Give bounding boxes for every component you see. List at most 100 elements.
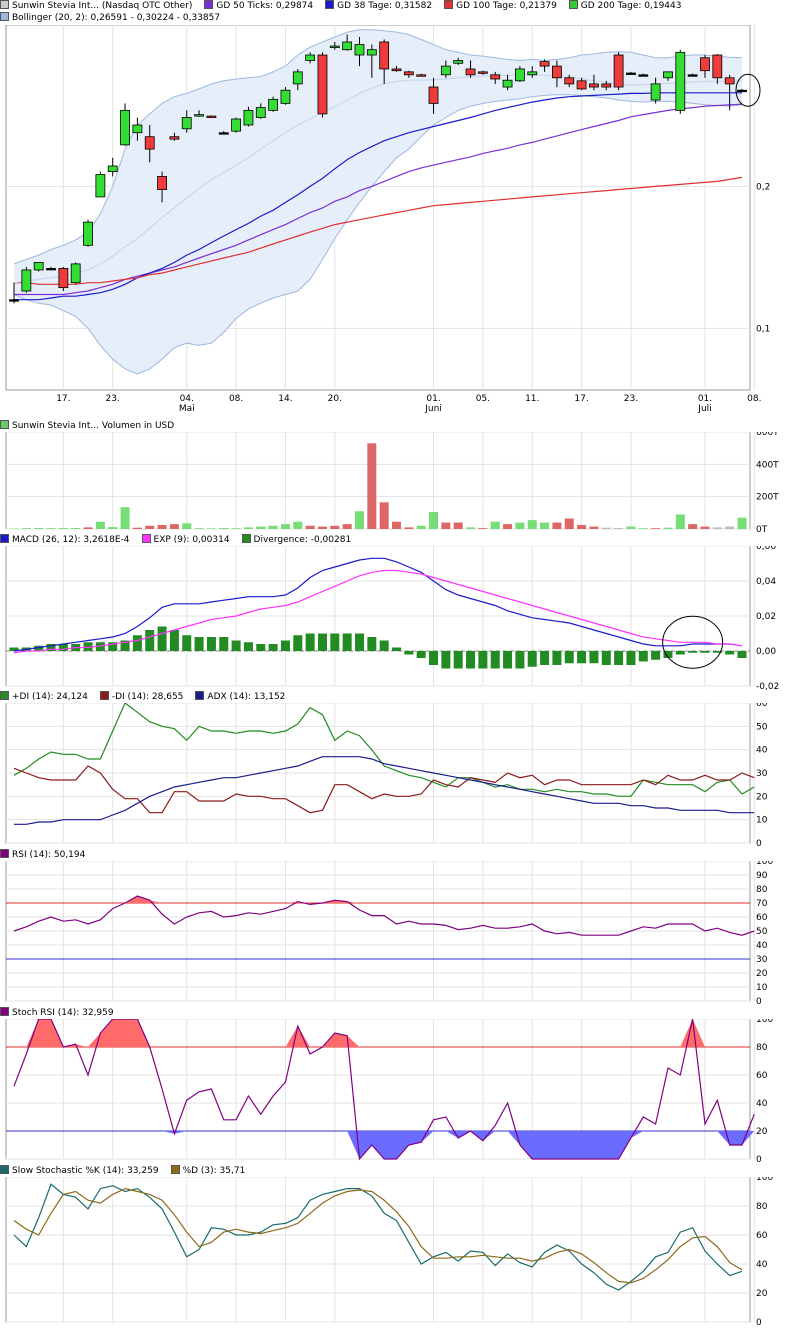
- candle-body: [675, 51, 686, 111]
- volume-bar: [466, 527, 476, 529]
- volume-bar: [71, 528, 81, 529]
- volume-bar: [638, 528, 648, 529]
- divergence-bar: [392, 647, 402, 651]
- candle-body: [416, 74, 427, 77]
- legend-label: +DI (14): 24,124: [12, 692, 88, 702]
- volume-bar: [256, 526, 266, 529]
- volume-bar: [404, 527, 414, 529]
- candle-body: [502, 79, 513, 88]
- legend-swatch: [0, 1165, 9, 1174]
- y-tick-label: 0,06: [756, 546, 776, 552]
- candle-body: [218, 132, 229, 135]
- divergence-bar: [638, 651, 648, 662]
- price-legend: Sunwin Stevia Int... (Nasdaq OTC Other) G…: [0, 0, 693, 12]
- divergence-bar: [219, 637, 229, 651]
- volume-bar: [194, 528, 204, 529]
- candle-body: [564, 77, 575, 85]
- divergence-bar: [268, 644, 278, 651]
- volume-bar: [268, 525, 278, 529]
- candle-body: [601, 83, 612, 88]
- volume-bar: [305, 525, 315, 529]
- candle-body: [366, 49, 377, 56]
- volume-bar: [243, 527, 253, 529]
- dmi-legend: +DI (14): 24,124 -DI (14): 28,655 ADX (14)…: [0, 691, 297, 703]
- divergence-bar: [577, 651, 587, 664]
- candle-body: [354, 44, 365, 56]
- candle-body: [626, 72, 636, 75]
- volume-bar: [675, 514, 685, 529]
- candle-body: [107, 165, 118, 173]
- volume-bar: [83, 527, 93, 529]
- legend-item: MACD (26, 12): 3,2618E-4: [0, 534, 130, 545]
- y-tick-label: 0,2: [756, 182, 770, 192]
- legend-label: %D (3): 35,71: [182, 1166, 246, 1176]
- volume-bar: [614, 528, 624, 529]
- legend-item: GD 100 Tage: 0,21379: [444, 0, 557, 11]
- legend-label: GD 50 Ticks: 0,29874: [216, 1, 314, 11]
- volume-bar: [589, 526, 599, 529]
- volume-bar: [737, 517, 747, 529]
- legend-swatch: [0, 420, 9, 429]
- volume-bar: [564, 518, 574, 529]
- volume-bar: [354, 511, 364, 529]
- legend-item: GD 38 Tage: 0,31582: [325, 0, 432, 11]
- volume-bar: [379, 502, 389, 529]
- legend-label: GD 38 Tage: 0,31582: [337, 1, 433, 11]
- volume-bar: [21, 528, 31, 529]
- y-tick-label: 0: [756, 1155, 762, 1164]
- candle-body: [453, 60, 464, 64]
- divergence-bar: [354, 633, 364, 651]
- stochrsi-legend: Stoch RSI (14): 32,959: [0, 1007, 126, 1019]
- legend-label: -DI (14): 28,655: [111, 692, 184, 702]
- x-tick-label: 04.: [180, 394, 194, 404]
- volume-bar: [157, 524, 167, 529]
- divergence-bar: [429, 651, 439, 665]
- plot-frame: [5, 432, 751, 530]
- divergence-bar: [293, 635, 303, 651]
- volume-chart: 600T 400T 200T 0T: [5, 432, 779, 532]
- candle-body: [514, 68, 525, 82]
- divergence-bar: [503, 651, 513, 669]
- volume-bar: [515, 522, 525, 529]
- legend-swatch: [0, 1007, 9, 1016]
- divergence-bar: [416, 651, 426, 658]
- volume-bar: [132, 527, 142, 529]
- macd-chart: 0,06 0,04 0,02 0,00 -0,02: [5, 546, 779, 691]
- volume-bar: [58, 528, 68, 529]
- legend-label: GD 100 Tage: 0,21379: [456, 1, 557, 11]
- candle-body: [527, 71, 538, 76]
- candle-body: [379, 41, 390, 70]
- candle-body: [70, 263, 81, 284]
- y-tick-label: 0,02: [756, 612, 776, 622]
- x-tick-label: 17.: [574, 394, 588, 404]
- volume-bar: [527, 520, 537, 529]
- divergence-bar: [626, 651, 636, 665]
- divergence-bar: [725, 651, 735, 655]
- y-tick-label: 10: [756, 983, 768, 993]
- x-tick-label: 20.: [328, 394, 342, 404]
- candle-body: [465, 68, 476, 76]
- volume-bar: [626, 526, 636, 529]
- volume-bar: [416, 525, 426, 529]
- divergence-bar: [379, 640, 389, 651]
- x-tick-label: 14.: [278, 394, 292, 404]
- candle-body: [255, 107, 266, 118]
- volume-bar: [330, 525, 340, 529]
- legend-label: Slow Stochastic %K (14): 33,259: [12, 1166, 159, 1176]
- volume-bar: [712, 527, 722, 529]
- candle-body: [243, 109, 254, 126]
- divergence-bar: [169, 630, 179, 651]
- dmi-chart: 60 50 40 30 20 10 0: [5, 703, 768, 848]
- candle-body: [120, 109, 130, 146]
- candle-body: [9, 299, 19, 302]
- legend-item: Bollinger (20, 2): 0,26591 - 0,30224 - 0…: [0, 12, 220, 23]
- legend-label: Divergence: -0,00281: [253, 535, 352, 545]
- y-tick-label: 70: [756, 899, 768, 909]
- volume-bar: [453, 522, 463, 529]
- y-tick-label: 50: [756, 722, 768, 732]
- volume-bar: [688, 524, 698, 529]
- legend-item: %D (3): 35,71: [170, 1165, 246, 1176]
- volume-bar: [429, 512, 439, 529]
- time-axis: 17. 23. 04. 08. 14. 20. 01. 05. 11. 17. 23. 01. 08. M…: [56, 394, 761, 414]
- volume-bar: [280, 524, 290, 529]
